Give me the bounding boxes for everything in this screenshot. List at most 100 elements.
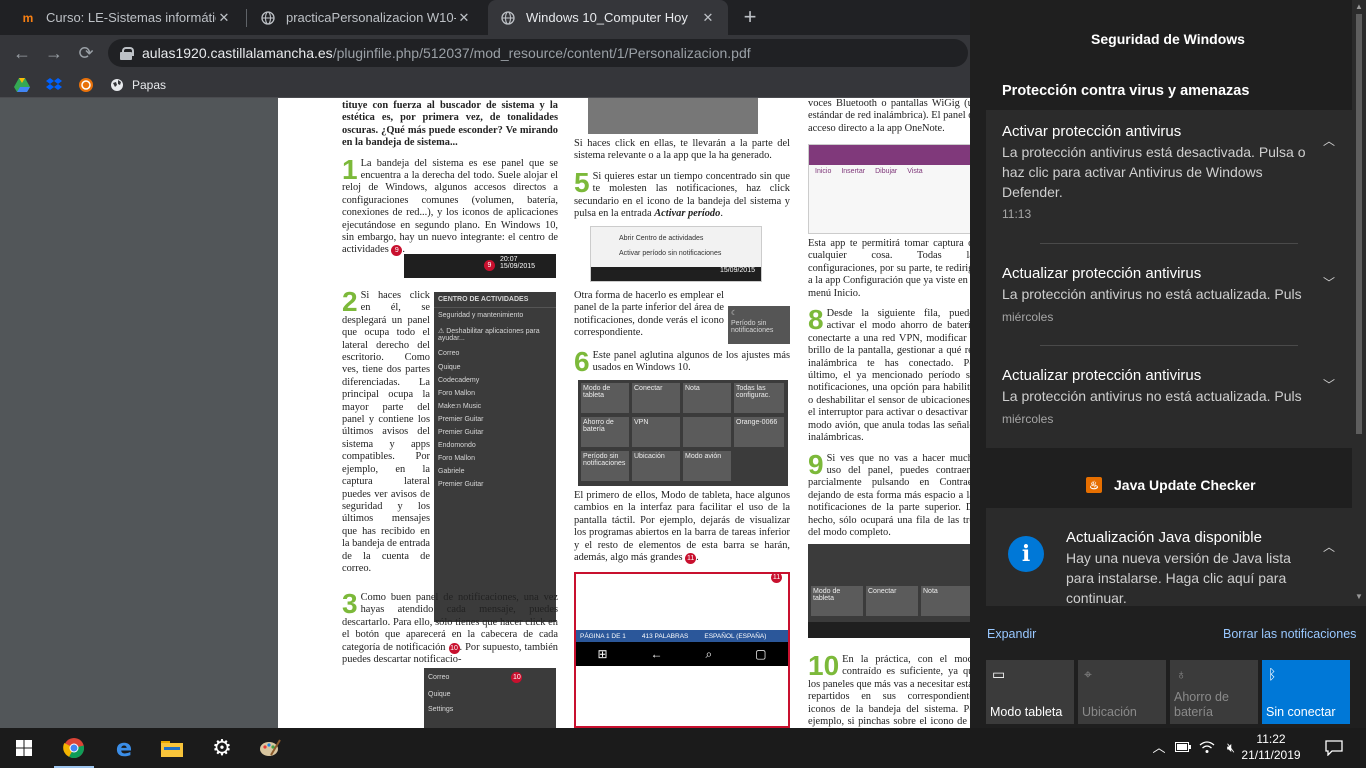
tab-curso[interactable]: m Curso: LE-Sistemas informáticos ✕ <box>8 0 244 35</box>
notification-body[interactable]: La protección antivirus está desactivada… <box>1002 142 1318 202</box>
battery-saver-icon: ♁ <box>1176 666 1187 682</box>
pdf-action-center-screenshot: CENTRO DE ACTIVIDADES Seguridad y manten… <box>434 292 556 622</box>
pdf-right-paragraph: Esta app te permitirá tomar captura de c… <box>808 238 978 299</box>
quick-action-battery-saver[interactable]: ♁ Ahorro de batería <box>1170 660 1258 724</box>
url-path: /pluginfile.php/512037/mod_resource/cont… <box>332 45 751 61</box>
pdf-paragraph-1: 1 La bandeja del sistema es ese panel que… <box>342 153 558 257</box>
tab-practica[interactable]: practicaPersonalizacion W10-SI ✕ <box>248 0 484 35</box>
taskbar-file-explorer[interactable] <box>148 728 196 768</box>
settings-icon: ⚙ <box>212 735 232 760</box>
action-center-button[interactable] <box>1310 728 1358 768</box>
url-host: aulas1920.castillalamancha.es <box>142 45 333 61</box>
new-tab-button[interactable]: + <box>738 5 762 29</box>
bookmark-dropbox[interactable] <box>46 75 62 95</box>
clear-notifications-link[interactable]: Borrar las notificaciones <box>1223 627 1356 641</box>
back-button[interactable]: ← <box>10 41 34 65</box>
pdf-mid-top: Si haces click en ellas, te llevarán a l… <box>574 138 790 162</box>
taskbar-edge[interactable]: e <box>100 728 148 768</box>
dropbox-icon <box>46 78 62 90</box>
volume-muted-icon[interactable]: 🔇︎ <box>1222 740 1240 756</box>
divider <box>1040 243 1298 244</box>
quick-action-bluetooth[interactable]: ᛒ Sin conectar <box>1262 660 1350 724</box>
reload-button[interactable]: ⟳ <box>74 41 98 65</box>
java-group-header: ♨ Java Update Checker <box>1086 477 1256 493</box>
taskbar-settings[interactable]: ⚙ <box>198 728 246 768</box>
notification-time: miércoles <box>1002 310 1054 324</box>
close-icon[interactable]: ✕ <box>216 10 232 26</box>
notifications-icon <box>1325 740 1343 756</box>
pdf-paragraph-2: 2 Si haces click en él, se desplegará un … <box>342 286 430 574</box>
scroll-down-icon[interactable]: ▼ <box>1352 592 1366 601</box>
notification-title[interactable]: Actualizar protección antivirus <box>1002 265 1201 282</box>
pdf-right-top: voces Bluetooth o pantallas WiGig (un es… <box>808 98 978 134</box>
pdf-paragraph-3: 3 Como buen panel de notificaciones, una … <box>342 588 559 666</box>
scrollbar-thumb[interactable] <box>1356 14 1362 434</box>
divider <box>1040 345 1298 346</box>
bookmark-drive[interactable] <box>14 75 30 95</box>
moodle-icon: m <box>22 10 34 25</box>
app-icon <box>79 78 93 92</box>
quick-action-tablet-mode[interactable]: ▭ Modo tableta <box>986 660 1074 724</box>
bookmark-papas[interactable]: Papas <box>110 75 166 95</box>
quick-action-label: Ubicación <box>1082 705 1137 719</box>
globe-icon <box>111 79 123 91</box>
pdf-mid-paragraph-2: El primero de ellos, Modo de tableta, ha… <box>574 490 790 565</box>
expand-link[interactable]: Expandir <box>987 627 1036 641</box>
pdf-column-right-3: 10 En la práctica, con el modo contraído … <box>808 652 978 728</box>
wifi-icon[interactable] <box>1198 740 1216 756</box>
pdf-paragraph-6: 6 Este panel aglutina algunos de los ajus… <box>574 346 790 377</box>
tab-title: Curso: LE-Sistemas informáticos <box>46 10 216 25</box>
taskbar-chrome[interactable] <box>50 728 98 768</box>
pdf-collapsed-panel-screenshot: Modo de tableta Conectar Nota <box>808 544 978 638</box>
chevron-up-icon[interactable]: ︿ <box>1150 740 1168 756</box>
bookmark-label: Papas <box>132 78 167 92</box>
taskbar-paint[interactable] <box>246 728 294 768</box>
pdf-paragraph-5: 5 Si quieres estar un tiempo concentrado … <box>574 166 790 220</box>
pdf-column-mid-2: Otra forma de hacerlo es emplear el pane… <box>574 290 724 348</box>
java-notification[interactable]: i Actualización Java disponible Hay una … <box>986 508 1352 606</box>
pdf-onenote-screenshot: Inicio Insertar Dibujar Vista <box>808 144 978 234</box>
chevron-down-icon[interactable]: ﹀ <box>1322 376 1336 392</box>
chevron-up-icon[interactable]: ︿ <box>1322 538 1336 554</box>
clock-date: 21/11/2019 <box>1241 748 1301 762</box>
windows-taskbar: e ⚙ ︿ 🔇︎ 11:22 21/11/2019 <box>0 728 1366 768</box>
bluetooth-icon: ᛒ <box>1268 666 1277 682</box>
chevron-up-icon[interactable]: ︿ <box>1322 132 1336 148</box>
scroll-up-icon[interactable]: ▲ <box>1352 2 1366 11</box>
quick-action-label: Modo tableta <box>990 705 1063 719</box>
close-icon[interactable]: ✕ <box>456 10 472 26</box>
start-button[interactable] <box>0 728 48 768</box>
pdf-column-mid-4: El primero de ellos, Modo de tableta, ha… <box>574 490 790 572</box>
tab-separator <box>246 9 247 27</box>
pdf-mid-paragraph: Otra forma de hacerlo es emplear el pane… <box>574 290 724 339</box>
quick-action-location[interactable]: ⌖ Ubicación <box>1078 660 1166 724</box>
close-icon[interactable]: ✕ <box>700 10 716 26</box>
battery-icon[interactable] <box>1174 740 1192 756</box>
quick-action-label: Ahorro de batería <box>1174 690 1229 719</box>
pdf-page: tituye con fuerza al buscador de sistema… <box>278 98 978 728</box>
taskbar-clock[interactable]: 11:22 21/11/2019 <box>1240 731 1302 763</box>
clock-time: 11:22 <box>1256 732 1286 746</box>
address-bar[interactable]: aulas1920.castillalamancha.es/pluginfile… <box>108 39 968 67</box>
forward-button[interactable]: → <box>42 41 66 65</box>
file-explorer-icon <box>161 741 183 757</box>
bookmark-app[interactable] <box>78 75 94 95</box>
notification-title: Actualización Java disponible <box>1066 529 1262 546</box>
pdf-image-top <box>588 98 758 134</box>
notification-body[interactable]: La protección antivirus no está actualiz… <box>1002 284 1318 304</box>
google-drive-icon <box>14 78 30 92</box>
notification-time: 11:13 <box>1002 207 1032 221</box>
notification-body[interactable]: La protección antivirus no está actualiz… <box>1002 386 1318 406</box>
tab-title: practicaPersonalizacion W10-SI <box>286 10 456 25</box>
notification-title[interactable]: Activar protección antivirus <box>1002 123 1181 140</box>
chevron-down-icon[interactable]: ﹀ <box>1322 274 1336 290</box>
windows-security-notifications: Activar protección antivirus La protecci… <box>986 110 1352 448</box>
pdf-intro: tituye con fuerza al buscador de sistema… <box>342 100 558 149</box>
notification-title[interactable]: Actualizar protección antivirus <box>1002 367 1201 384</box>
globe-icon <box>500 10 516 26</box>
pdf-mail-screenshot: Correo 10 Quique Settings <box>424 668 556 728</box>
tab-windows10[interactable]: Windows 10_Computer Hoy ✕ <box>488 0 728 35</box>
action-center-scrollbar[interactable]: ▲ ▼ <box>1352 0 1366 606</box>
pdf-tablet-mode-screenshot: 11 PÁGINA 1 DE 1 413 PALABRAS ESPAÑOL (ESP… <box>574 572 790 728</box>
info-icon: i <box>1008 536 1044 572</box>
